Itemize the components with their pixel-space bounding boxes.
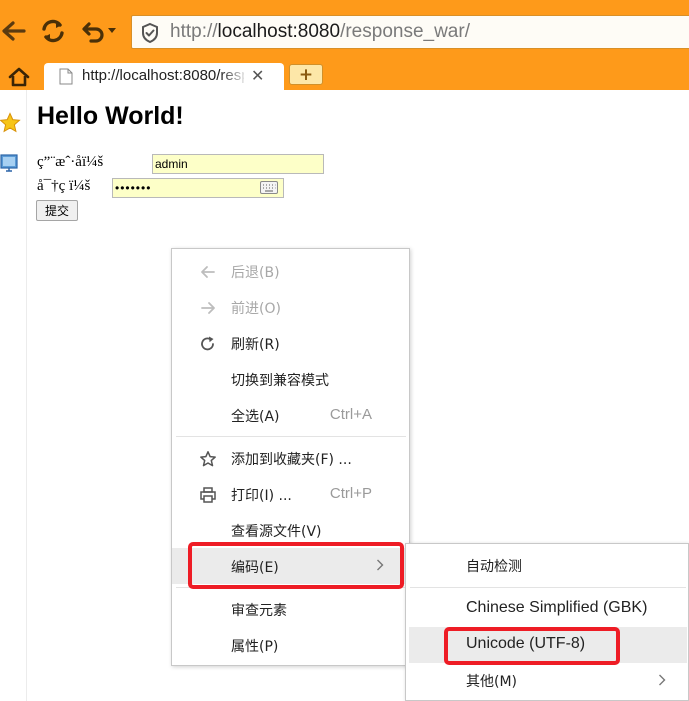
menu-item-back[interactable]: 后退(B) xyxy=(172,253,409,289)
browser-toolbar: http://localhost:8080/response_war/ xyxy=(0,0,689,63)
submenu-item-label: 其他(M) xyxy=(466,674,518,690)
menu-item-view-source[interactable]: 查看源文件(V) xyxy=(172,512,409,548)
username-input[interactable]: admin xyxy=(152,154,324,174)
url-text: http://localhost:8080/response_war/ xyxy=(170,21,470,42)
menu-item-select-all[interactable]: 全选(A) Ctrl+A xyxy=(172,397,409,433)
printer-icon xyxy=(200,487,216,503)
page-title: Hello World! xyxy=(37,102,184,130)
menu-item-label: 审查元素 xyxy=(231,603,287,619)
menu-item-forward[interactable]: 前进(O) xyxy=(172,289,409,325)
chevron-down-icon xyxy=(108,28,116,33)
undo-icon xyxy=(82,22,104,43)
menu-separator xyxy=(176,587,406,588)
page-icon xyxy=(59,68,73,85)
tab-active[interactable]: http://localhost:8080/response_war/ ✕ xyxy=(44,63,284,90)
menu-item-label: 添加到收藏夹(F) ... xyxy=(231,452,352,468)
shield-icon xyxy=(142,22,158,44)
arrow-left-icon xyxy=(201,266,215,278)
menu-item-label: 全选(A) xyxy=(231,409,280,425)
star-outline-icon xyxy=(200,451,216,467)
menu-separator xyxy=(410,587,686,588)
menu-item-properties[interactable]: 属性(P) xyxy=(172,627,409,663)
submenu-item-other[interactable]: 其他(M) xyxy=(409,663,687,699)
submenu-item-label: 自动检测 xyxy=(466,559,522,575)
submit-button[interactable]: 提交 xyxy=(36,200,78,221)
menu-item-shortcut: Ctrl+A xyxy=(329,406,372,423)
new-tab-button[interactable]: + xyxy=(289,64,323,85)
address-bar[interactable]: http://localhost:8080/response_war/ xyxy=(131,15,689,49)
arrow-left-icon xyxy=(2,21,26,41)
monitor-icon[interactable] xyxy=(0,153,19,173)
menu-item-encoding[interactable]: 编码(E) xyxy=(172,548,409,584)
refresh-icon xyxy=(201,336,214,351)
submenu-item-label: Unicode (UTF-8) xyxy=(466,635,586,652)
encoding-submenu: 自动检测 Chinese Simplified (GBK) Unicode (U… xyxy=(405,543,689,701)
username-label: ç”¨æˆ·åï¼š xyxy=(37,154,104,170)
submenu-item-gbk[interactable]: Chinese Simplified (GBK) xyxy=(409,591,687,627)
password-label: å¯†ç ï¼š xyxy=(37,178,91,194)
menu-item-label: 属性(P) xyxy=(231,639,279,655)
menu-item-label: 编码(E) xyxy=(231,560,279,576)
menu-item-shortcut: Ctrl+P xyxy=(329,485,372,502)
star-icon[interactable] xyxy=(0,112,21,134)
submenu-item-auto-detect[interactable]: 自动检测 xyxy=(409,548,687,584)
menu-item-label: 刷新(R) xyxy=(231,337,280,353)
menu-item-label: 后退(B) xyxy=(231,265,280,281)
menu-item-label: 打印(I) ... xyxy=(231,488,292,504)
arrow-right-icon xyxy=(201,302,215,314)
submenu-item-utf8[interactable]: Unicode (UTF-8) xyxy=(409,627,687,663)
menu-item-label: 查看源文件(V) xyxy=(231,524,322,540)
keyboard-icon[interactable] xyxy=(260,181,278,194)
chevron-right-icon xyxy=(659,674,666,686)
home-button[interactable] xyxy=(6,66,32,88)
password-input[interactable]: ••••••• xyxy=(112,178,284,198)
context-menu: 后退(B) 前进(O) 刷新(R) 切换到兼容模式 全选(A) Ctrl+A 添… xyxy=(171,248,410,666)
menu-item-add-favorite[interactable]: 添加到收藏夹(F) ... xyxy=(172,440,409,476)
menu-item-inspect-element[interactable]: 审查元素 xyxy=(172,591,409,627)
reload-button[interactable] xyxy=(36,14,70,48)
menu-item-print[interactable]: 打印(I) ... Ctrl+P xyxy=(172,476,409,512)
back-button[interactable] xyxy=(0,14,30,48)
menu-item-compat-mode[interactable]: 切换到兼容模式 xyxy=(172,361,409,397)
reload-icon xyxy=(42,19,64,43)
tab-title-fade xyxy=(220,63,248,90)
home-icon xyxy=(8,67,30,87)
undo-dropdown-button[interactable] xyxy=(76,14,122,48)
sidebar xyxy=(0,90,27,701)
menu-item-refresh[interactable]: 刷新(R) xyxy=(172,325,409,361)
submenu-item-label: Chinese Simplified (GBK) xyxy=(466,599,648,616)
menu-item-label: 切换到兼容模式 xyxy=(231,373,329,389)
tab-strip: http://localhost:8080/response_war/ ✕ + xyxy=(0,63,689,90)
menu-separator xyxy=(176,436,406,437)
close-icon[interactable]: ✕ xyxy=(251,66,264,85)
chevron-right-icon xyxy=(377,559,384,571)
menu-item-label: 前进(O) xyxy=(231,301,281,317)
